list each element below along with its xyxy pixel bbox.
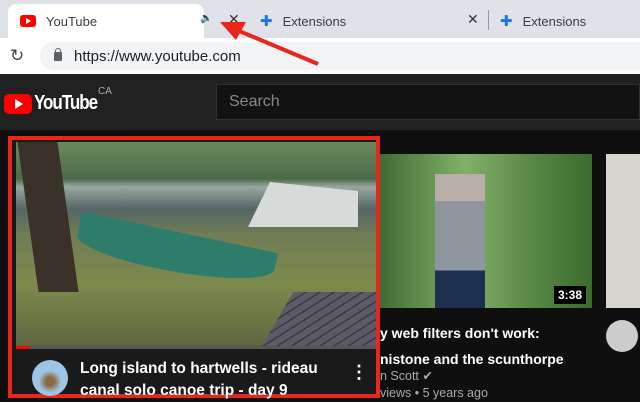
more-options-icon[interactable]: ⋮ [350,362,368,383]
channel-text: n Scott [380,369,419,383]
tab-extensions-1[interactable]: ✚ Extensions [260,4,346,38]
thumbnail-image [435,174,485,308]
channel-avatar[interactable] [606,320,638,352]
thumbnail-image [17,142,79,292]
search-placeholder: Search [229,93,280,110]
tab-divider [488,10,489,30]
close-tab-icon[interactable]: ✕ [467,11,479,28]
region-label: CA [98,86,112,97]
youtube-play-icon [4,93,32,114]
thumbnail-image [248,182,358,227]
tab-title: YouTube [46,13,98,29]
video-thumbnail-3[interactable] [606,154,640,308]
thumbnail-image [74,211,278,293]
verified-icon: ✔ [422,369,433,383]
tab-bar: YouTube 🔈 ✕ ✚ Extensions ✕ ✚ Extensions [0,0,640,38]
progress-fill [16,346,31,349]
video-meta: views • 5 years ago [380,386,488,400]
thumbnail-image [258,292,376,346]
audio-playing-icon[interactable]: 🔈 [200,13,212,24]
watch-progress-bar [16,346,376,349]
youtube-favicon-icon [20,15,36,27]
url-text: https://www.youtube.com [74,47,241,65]
search-input[interactable]: Search [216,84,640,120]
tab-title: Extensions [522,13,587,29]
title-line: Long island to hartwells - rideau [80,360,318,377]
puzzle-icon: ✚ [260,13,273,30]
puzzle-icon: ✚ [500,13,513,30]
tab-extensions-2[interactable]: ✚ Extensions [500,4,586,38]
tab-youtube[interactable]: YouTube [8,4,204,38]
tab-title: Extensions [282,13,347,29]
title-line: y web filters don't work: [380,325,540,341]
duration-badge: 3:38 [553,286,586,304]
address-bar[interactable]: https://www.youtube.com [40,42,640,70]
lock-icon[interactable] [54,47,62,61]
channel-avatar[interactable] [32,360,68,396]
youtube-header: YouTube CA Search [0,74,640,130]
video-title-1[interactable]: Long island to hartwells - rideau canal … [80,358,330,402]
title-line: canal solo canoe trip - day 9 [80,382,288,399]
logo-text: YouTube [34,92,98,114]
highlighted-video-card[interactable]: Long island to hartwells - rideau canal … [8,136,380,399]
video-thumbnail-1[interactable] [16,142,376,346]
video-title-2[interactable]: y web filters don't work: nistone and th… [380,320,564,372]
reload-icon[interactable]: ↻ [10,46,24,66]
channel-name[interactable]: n Scott ✔ [380,368,433,383]
youtube-logo[interactable]: YouTube [4,92,108,115]
toolbar: ↻ https://www.youtube.com [0,38,640,74]
video-thumbnail-2[interactable]: 3:38 [380,154,592,308]
close-tab-icon[interactable]: ✕ [228,11,240,28]
